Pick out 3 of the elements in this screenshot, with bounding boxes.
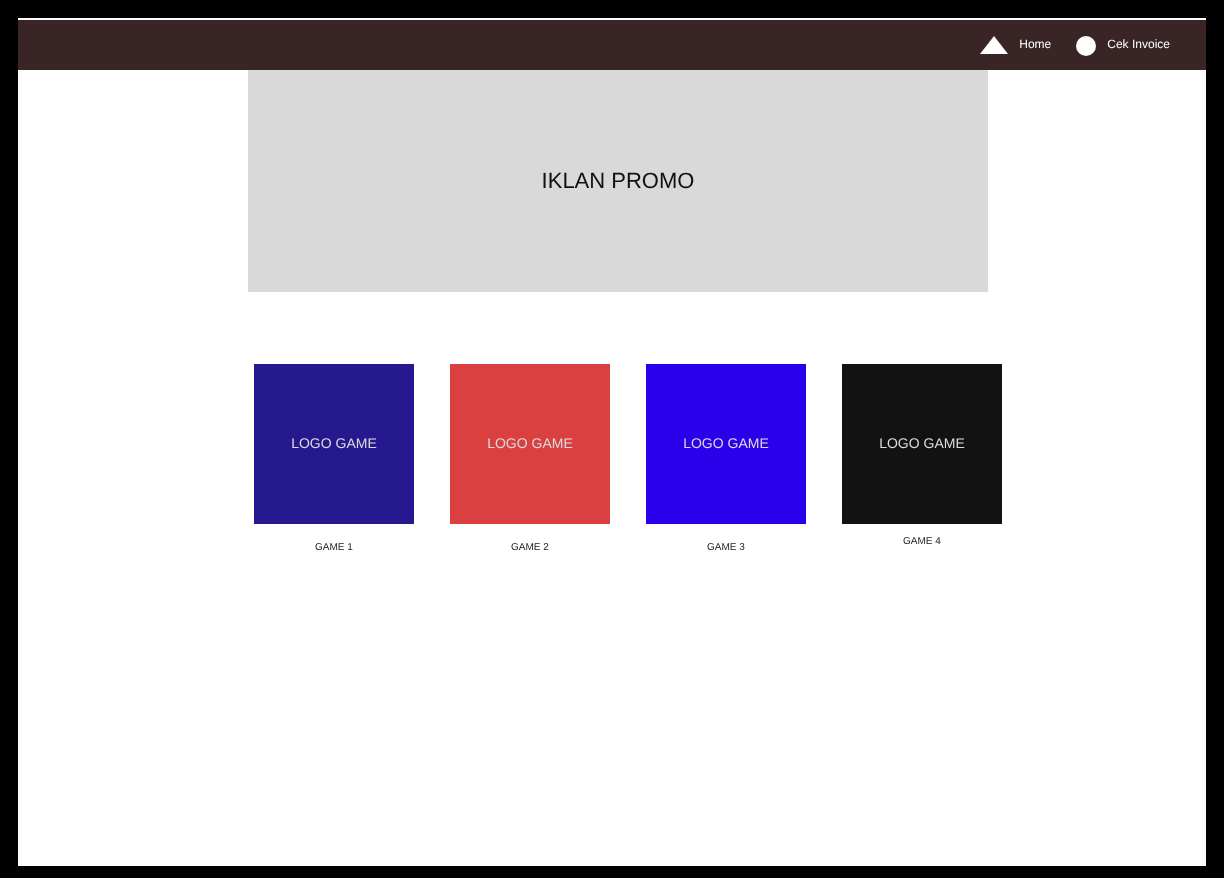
circle-icon: [1075, 35, 1096, 55]
triangle-icon: [979, 36, 1008, 54]
promo-text: IKLAN PROMO: [541, 169, 695, 193]
